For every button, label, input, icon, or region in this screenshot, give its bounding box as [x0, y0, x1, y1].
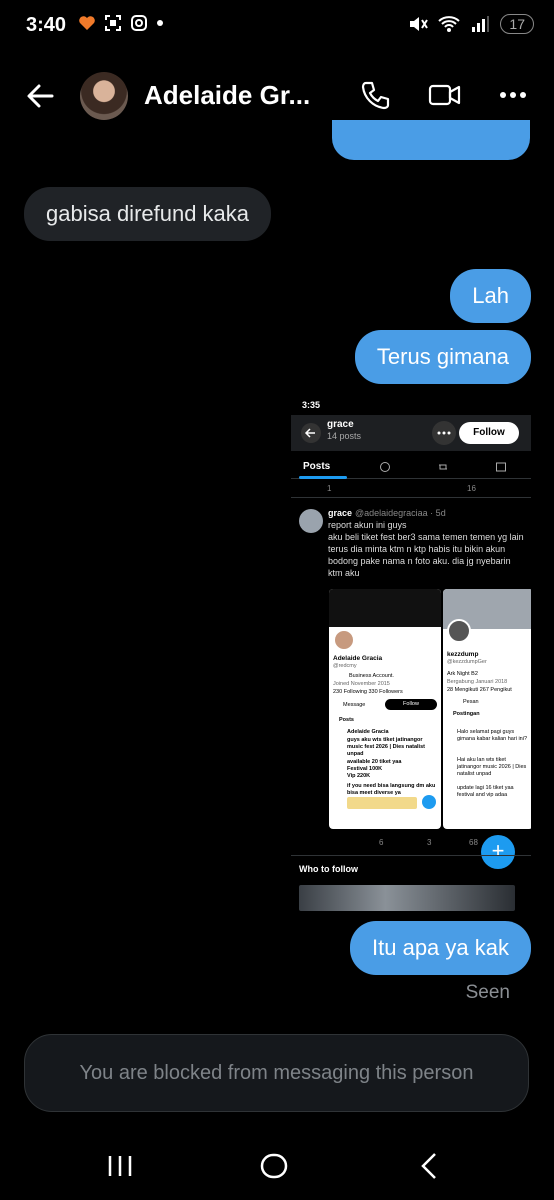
- inner-message-btn-right: Pesan: [463, 699, 479, 705]
- mute-icon: [410, 17, 429, 31]
- scan-icon: [105, 15, 121, 31]
- image-reply-count: 1: [327, 484, 332, 493]
- blocked-notice-text: You are blocked from messaging this pers…: [79, 1061, 474, 1084]
- message-bubble-received[interactable]: gabisa direfund kaka: [24, 187, 272, 241]
- image-back-icon: [301, 423, 321, 443]
- inner-post-text2: available 20 tiket yaa Festival 100K Vip…: [347, 759, 402, 779]
- inner-joined: Joined November 2015: [333, 681, 390, 687]
- inner-bio-right: Ark Night B2: [447, 671, 478, 677]
- image-tab-posts: Posts: [303, 461, 331, 472]
- image-compose-button: +: [481, 835, 515, 869]
- image-tabs: Posts: [291, 455, 531, 479]
- image-replies-icon: [380, 462, 390, 472]
- image-follow-button: Follow: [459, 422, 519, 444]
- seen-indicator: Seen: [465, 982, 510, 1003]
- inner-post-right-2: Hai aku lan wts tiket jatinangor music 2…: [457, 757, 527, 777]
- image-view-count: 16: [467, 484, 476, 493]
- inner-avatar-right: [447, 619, 471, 643]
- inner-joined-right: Bergabung Januari 2018: [447, 679, 508, 685]
- image-inner-screenshot-right: kezzdump @kezzdumpGer Ark Night B2 Berga…: [443, 589, 531, 829]
- inner-post-text: guys aku wts tiket jatinangor music fest…: [347, 737, 425, 757]
- battery-indicator: 17: [500, 14, 534, 34]
- shared-image-message[interactable]: 3:35 grace 14 posts Follow Posts 1 16 gr…: [291, 393, 531, 913]
- image-inner-screenshot-left: Adelaide Gracia @redcmy Business Account…: [329, 589, 441, 829]
- image-status-bar: 3:35: [291, 393, 531, 415]
- image-tweet-handle: @adelaidegraciaa · 5d: [355, 508, 446, 518]
- image-recommendation-banner: [299, 885, 515, 911]
- inner-name: Adelaide Gracia: [333, 655, 383, 662]
- image-more-icon: [432, 421, 456, 445]
- message-bubble-sent[interactable]: Lah: [450, 269, 531, 323]
- inner-message-btn: Message: [343, 702, 366, 708]
- image-divider: [291, 497, 531, 498]
- dot-icon: [157, 20, 163, 26]
- image-tweet-avatar: [299, 509, 323, 533]
- inner-avatar: [333, 629, 355, 651]
- image-retweet-count: 6: [379, 838, 384, 847]
- contact-avatar[interactable]: [80, 72, 128, 120]
- contact-name[interactable]: Adelaide Gr...: [144, 80, 310, 111]
- message-bubble-sent[interactable]: Terus gimana: [354, 330, 531, 384]
- inner-bio: Business Account.: [349, 673, 394, 679]
- signal-icon: [472, 16, 490, 32]
- inner-tab: Posts: [339, 717, 354, 723]
- home-icon[interactable]: [254, 1150, 294, 1182]
- recent-apps-icon[interactable]: [100, 1150, 140, 1182]
- status-icons-right: 17: [408, 14, 534, 34]
- status-time: 3:40: [26, 14, 67, 36]
- image-divider-bottom: [291, 855, 531, 856]
- inner-post-image: [347, 797, 417, 809]
- image-tweet-name: grace: [328, 508, 353, 518]
- image-retweet-icon: [439, 464, 447, 470]
- inner-post-text3: if you need bisa langsung dm aku bisa me…: [347, 783, 436, 796]
- image-profile-header: grace 14 posts Follow: [291, 415, 531, 451]
- heart-app-icon: [79, 16, 95, 30]
- status-icons-left: [78, 14, 164, 32]
- image-profile-name: grace: [327, 419, 354, 430]
- more-horizontal-icon[interactable]: [498, 78, 532, 112]
- image-media-icon: [496, 462, 506, 472]
- inner-banner: [329, 589, 441, 627]
- back-nav-icon[interactable]: [410, 1150, 450, 1182]
- image-like-count: 3: [427, 838, 432, 847]
- inner-stats-right: 28 Mengikuti 267 Pengikut: [447, 687, 512, 693]
- image-status-time: 3:35: [302, 400, 321, 410]
- image-tab-indicator: [299, 476, 347, 479]
- inner-handle: @redcmy: [333, 663, 357, 669]
- wifi-icon: [438, 16, 461, 32]
- inner-tab-right: Postingan: [453, 711, 480, 717]
- inner-handle-right: @kezzdumpGer: [447, 659, 487, 665]
- image-who-to-follow: Who to follow: [299, 864, 358, 874]
- video-camera-icon[interactable]: [428, 78, 462, 112]
- image-tweet-text: report akun ini guys aku beli tiket fest…: [328, 520, 524, 578]
- previous-message-bubble: [332, 120, 530, 160]
- image-post-count: 14 posts: [327, 431, 362, 441]
- back-arrow-icon[interactable]: [22, 78, 58, 114]
- inner-post-right-1: Halo selamat pagi guys gimana kabar kali…: [457, 729, 528, 742]
- blocked-notice: You are blocked from messaging this pers…: [24, 1034, 529, 1112]
- message-bubble-sent[interactable]: Itu apa ya kak: [350, 921, 531, 975]
- inner-follow-btn: Follow: [385, 699, 437, 710]
- image-view-count-bottom: 68: [469, 838, 478, 847]
- phone-icon[interactable]: [358, 78, 392, 112]
- instagram-icon: [131, 15, 147, 31]
- inner-compose-icon: [422, 795, 436, 809]
- inner-post-right-3: update lagi 16 tiket yaa festival and vi…: [457, 785, 514, 798]
- inner-name-right: kezzdump: [447, 651, 479, 658]
- inner-stats: 230 Following 330 Followers: [333, 689, 403, 695]
- inner-post-name: Adelaide Gracia: [347, 729, 389, 735]
